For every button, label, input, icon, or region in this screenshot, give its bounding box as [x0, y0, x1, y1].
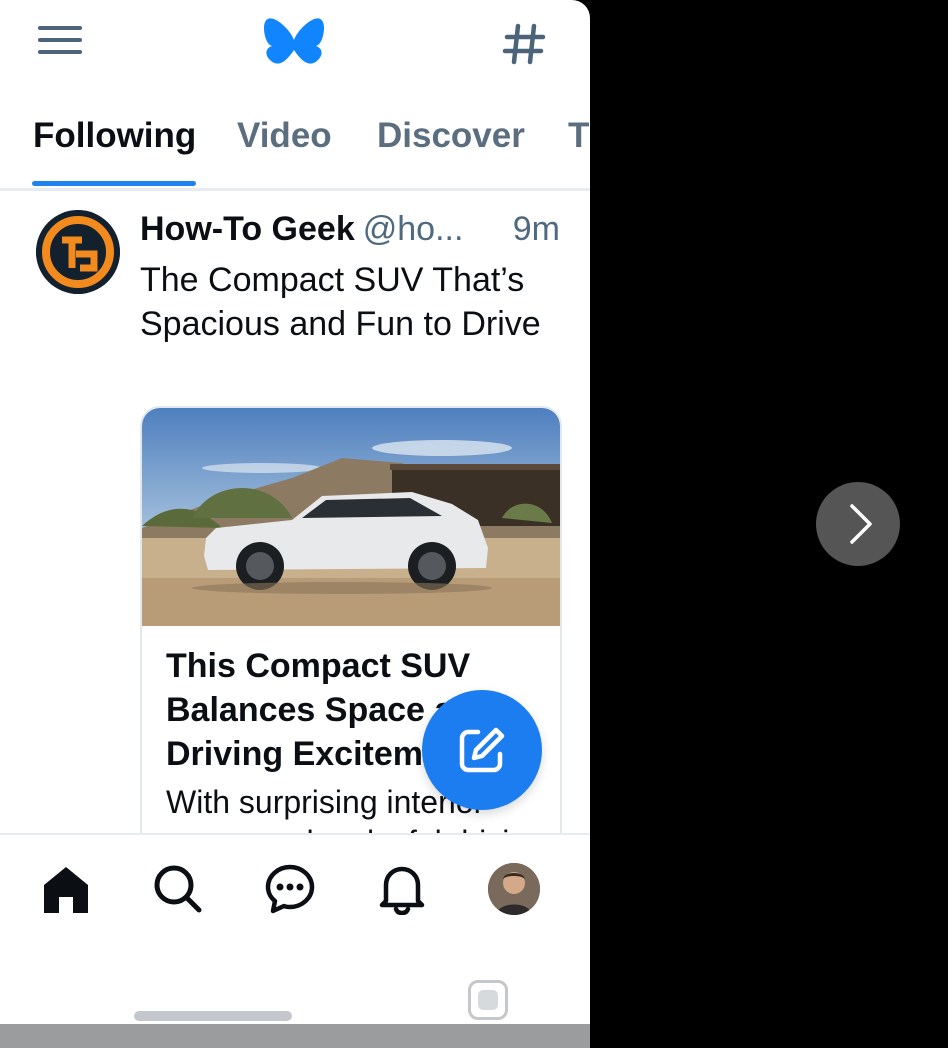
post-text: The Compact SUV That’s Spacious and Fun … — [140, 261, 541, 343]
post-timestamp[interactable]: 9m — [513, 210, 560, 249]
author-avatar[interactable] — [36, 210, 120, 294]
hamburger-icon[interactable] — [38, 26, 82, 62]
active-tab-indicator — [32, 181, 196, 186]
author-handle[interactable]: @ho... — [363, 210, 464, 248]
tab-truncated[interactable]: T — [568, 116, 589, 156]
next-button[interactable] — [816, 482, 900, 566]
compose-icon — [459, 727, 505, 773]
tab-following[interactable]: Following — [33, 116, 196, 156]
author-name[interactable]: How-To Geek — [140, 210, 355, 248]
tab-discover[interactable]: Discover — [377, 116, 525, 156]
chat-icon[interactable] — [264, 863, 316, 915]
card-image — [142, 408, 560, 626]
phone-screen: Following Video Discover T How-To Geek @h… — [0, 0, 590, 1048]
app-header — [0, 0, 590, 100]
system-overview-button[interactable] — [468, 980, 508, 1020]
search-icon[interactable] — [152, 863, 204, 915]
tab-video[interactable]: Video — [237, 116, 332, 156]
bottom-strip — [0, 1024, 590, 1048]
home-icon[interactable] — [40, 863, 92, 915]
profile-avatar[interactable] — [488, 863, 540, 915]
bell-icon[interactable] — [376, 863, 428, 915]
butterfly-logo-icon — [264, 18, 324, 64]
compose-button[interactable] — [422, 690, 542, 810]
post-header: How-To Geek @ho... 9m — [140, 210, 560, 254]
home-indicator[interactable] — [134, 1011, 292, 1021]
feed-tabs: Following Video Discover T — [0, 104, 590, 191]
chevron-right-icon — [850, 504, 872, 544]
hashtag-icon[interactable] — [500, 20, 548, 68]
